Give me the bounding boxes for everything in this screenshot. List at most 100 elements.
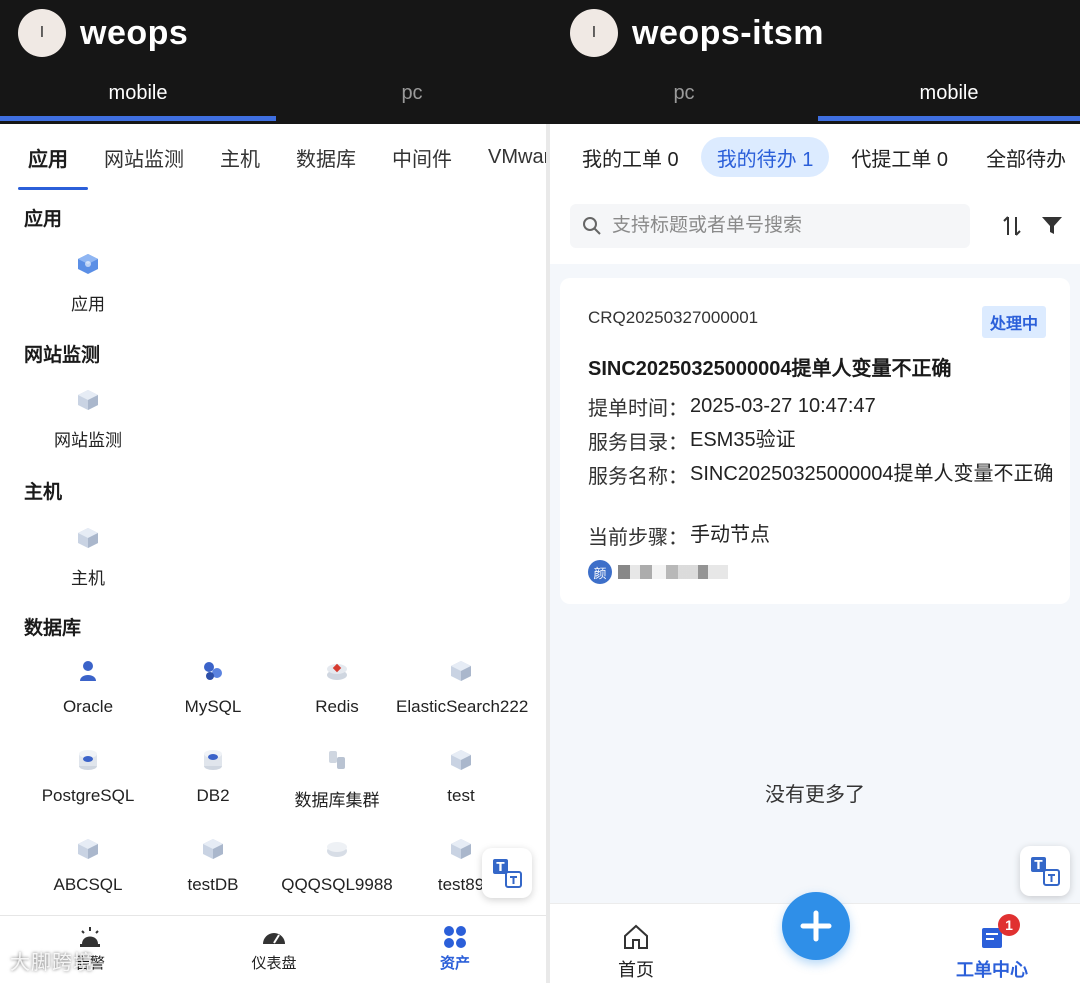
asset-tile-host[interactable]: 主机 [23,526,153,589]
asset-tile-label: 数据库集群 [294,791,380,810]
nav-assets[interactable]: 资产 [405,924,505,973]
left-env-tab-pc[interactable]: pc [276,68,548,118]
nav-dashboard[interactable]: 仪表盘 [224,924,324,973]
asset-tile-label: 网站监测 [54,431,122,450]
sort-icon[interactable] [1000,214,1024,238]
asset-tile-label: ElasticSearch222 [396,697,529,716]
field-value: SINC20250325000004提单人变量不正确 [690,463,1054,485]
database-icon [204,750,222,770]
cube-icon [203,839,223,859]
database-icon [79,750,97,770]
plus-icon [800,910,832,942]
filter-icon[interactable] [1040,214,1064,238]
asset-tile-mysql[interactable]: MySQL [148,659,278,717]
section-title-host: 主机 [24,482,63,503]
ticket-field-service-name: 服务名称： SINC20250325000004提单人变量不正确 [588,460,1058,489]
translate-button[interactable]: T [1020,846,1070,896]
right-env-tab-pc[interactable]: pc [550,68,818,118]
field-key: 服务名称： [588,466,688,488]
asset-tile-label: Oracle [62,697,114,716]
tab-host[interactable]: 主机 [202,124,278,190]
asset-tile-label: test [447,786,475,805]
asset-tile-label: 主机 [71,569,105,588]
asset-tile-label: ABCSQL [53,875,123,894]
ticket-order-number: CRQ20250327000001 [588,308,759,327]
left-project-title: weops [80,13,189,52]
tab-app[interactable]: 应用 [0,124,88,190]
right-env-indicator [818,116,1080,121]
ticket-list: CRQ20250327000001 处理中 SINC20250325000004… [550,264,1080,904]
nav-label: 仪表盘 [251,955,297,972]
asset-tile-postgresql[interactable]: PostgreSQL [23,748,153,806]
create-ticket-button[interactable] [782,892,850,960]
tab-vmware[interactable]: VMware [470,124,546,190]
tab-middleware[interactable]: 中间件 [374,124,470,190]
asset-tile-redis[interactable]: Redis [272,659,402,717]
section-title-database: 数据库 [24,618,82,639]
ticket-title: SINC20250325000004提单人变量不正确 [588,358,952,380]
tab-my-todo[interactable]: 我的待办 1 [700,137,830,177]
asset-tile-label: testDB [187,875,239,894]
asset-tile-site-monitor[interactable]: 网站监测 [23,388,153,451]
status-badge: 处理中 [981,306,1046,338]
field-key: 提单时间： [588,398,688,420]
nav-label: 资产 [439,955,470,972]
avatar: 颜 [588,560,612,584]
weops-itsm-mobile-panel: 我的工单 0 我的待办 1 代提工单 0 全部待办 CRQ20250327000… [550,124,1080,983]
asset-tile-test[interactable]: test [396,748,526,806]
translate-icon: T [493,859,522,888]
asset-tile-db-cluster[interactable]: 数据库集群 [272,748,402,811]
tab-all-todo[interactable]: 全部待办 [970,137,1080,177]
tab-database[interactable]: 数据库 [278,124,374,190]
asset-tile-testdb[interactable]: testDB [148,837,278,895]
asset-tile-db2[interactable]: DB2 [148,748,278,806]
svg-text:T: T [496,860,505,874]
asset-tile-label: QQQSQL9988 [281,875,393,894]
asset-tile-abcsql[interactable]: ABCSQL [23,837,153,895]
tab-proxy-tickets[interactable]: 代提工单 0 [835,137,964,177]
nav-ticket-center[interactable]: 工单中心 1 [932,914,1052,982]
search-box[interactable] [570,204,970,248]
ticket-field-catalog: 服务目录： ESM35验证 [588,426,1058,455]
right-project-avatar: I [570,9,618,57]
asset-tile-app[interactable]: 应用 [23,252,153,315]
translate-button[interactable]: T [482,848,532,898]
no-more-text: 没有更多了 [765,784,865,806]
asset-tile-label: Redis [315,697,359,716]
asset-tile-label: MySQL [184,697,242,716]
search-input[interactable] [612,215,952,237]
right-project-header[interactable]: I weops-itsm [570,8,824,58]
cube-icon [451,661,471,681]
ticket-tabs: 我的工单 0 我的待办 1 代提工单 0 全部待办 [550,124,1080,190]
oracle-icon [80,661,96,681]
asset-tile-elasticsearch[interactable]: ElasticSearch222 [396,659,529,717]
section-title-site-monitor: 网站监测 [24,345,101,366]
cube-icon [78,390,98,410]
left-project-avatar: I [18,9,66,57]
field-value: 手动节点 [690,524,770,546]
svg-text:T: T [1034,858,1043,872]
top-header: I weops mobile pc I weops-itsm pc mobile [0,0,1080,124]
field-value: ESM35验证 [690,429,796,451]
asset-tile-qqqsql[interactable]: QQQSQL9988 [272,837,402,895]
weops-mobile-panel: 应用 网站监测 主机 数据库 中间件 VMware 应用 应用 网站监测 网站监… [0,124,546,983]
cube-icon [451,839,471,859]
cube-icon [78,839,98,859]
field-value: 2025-03-27 10:47:47 [690,395,876,417]
left-env-tab-mobile[interactable]: mobile [0,68,276,118]
cube-icon [451,750,471,770]
field-key: 当前步骤： [588,527,688,549]
asset-tile-oracle[interactable]: Oracle [23,659,153,717]
redis-icon [327,663,347,680]
left-project-header[interactable]: I weops [18,8,188,58]
ticket-assignee: 颜 [588,560,728,584]
tab-site-monitor[interactable]: 网站监测 [86,124,202,190]
right-env-tab-mobile[interactable]: mobile [818,68,1080,118]
cube-icon [327,842,347,857]
dashboard-icon [263,933,285,944]
nav-home[interactable]: 首页 [576,922,696,982]
watermark: 大脚跨境 [10,952,94,974]
ticket-card[interactable]: CRQ20250327000001 处理中 SINC20250325000004… [560,278,1070,604]
right-project-title: weops-itsm [632,13,825,52]
tab-my-tickets[interactable]: 我的工单 0 [566,137,695,177]
